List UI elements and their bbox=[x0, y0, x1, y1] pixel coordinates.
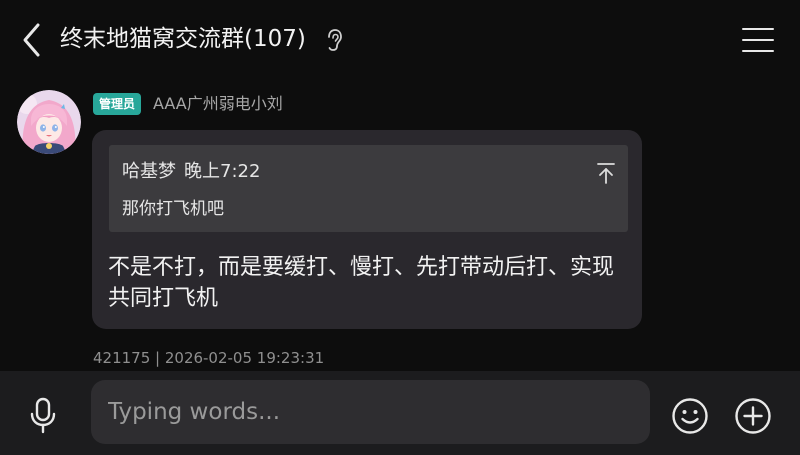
chat-title: 终末地猫窝交流群(107) bbox=[60, 26, 306, 52]
back-button[interactable] bbox=[14, 20, 50, 60]
message-meta: 421175 | 2026-02-05 19:23:31 bbox=[93, 349, 325, 367]
quote-text: 那你打飞机吧 bbox=[122, 199, 224, 219]
quote-author: 哈基梦 bbox=[122, 161, 176, 182]
chat-screen: 终末地猫窝交流群(107) 管理员 AAA广州弱电小刘 哈基梦 晚上7:22 那… bbox=[0, 0, 800, 455]
menu-icon-line bbox=[742, 39, 774, 41]
quoted-message[interactable]: 哈基梦 晚上7:22 那你打飞机吧 bbox=[109, 145, 628, 232]
microphone-icon[interactable] bbox=[24, 395, 62, 435]
menu-icon-line bbox=[742, 28, 774, 30]
message-bubble[interactable]: 哈基梦 晚上7:22 那你打飞机吧 不是不打，而是要缓打、慢打、先打带动后打、实现… bbox=[92, 130, 642, 329]
anime-girl-avatar-icon bbox=[17, 90, 81, 154]
avatar[interactable] bbox=[17, 90, 81, 154]
message-input[interactable] bbox=[91, 380, 650, 444]
chat-header: 终末地猫窝交流群(107) bbox=[0, 0, 800, 78]
emoji-smile-icon[interactable] bbox=[671, 397, 709, 435]
menu-button[interactable] bbox=[738, 22, 778, 58]
chevron-left-icon bbox=[23, 23, 40, 57]
quote-time: 晚上7:22 bbox=[184, 161, 261, 182]
composer-bar bbox=[0, 371, 800, 455]
ear-icon[interactable] bbox=[323, 28, 345, 52]
menu-icon-line bbox=[742, 50, 774, 52]
quote-header: 哈基梦 晚上7:22 bbox=[122, 159, 260, 185]
jump-to-top-icon[interactable] bbox=[595, 161, 617, 185]
message-text: 不是不打，而是要缓打、慢打、先打带动后打、实现共同打飞机 bbox=[108, 255, 615, 311]
plus-circle-icon[interactable] bbox=[734, 397, 772, 435]
sender-name[interactable]: AAA广州弱电小刘 bbox=[153, 92, 283, 116]
admin-badge: 管理员 bbox=[93, 93, 142, 115]
